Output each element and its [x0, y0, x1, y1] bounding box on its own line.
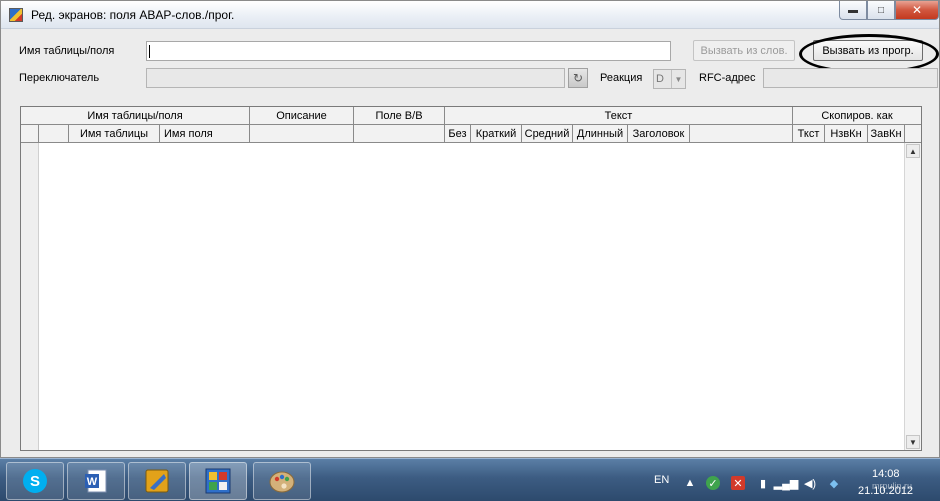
power-icon[interactable]: ▮ [756, 476, 770, 490]
column-group-copied-as[interactable]: Скопиров. как [793, 107, 921, 125]
column-group-text[interactable]: Текст [445, 107, 793, 125]
switch-label: Переключатель [19, 72, 100, 84]
maximize-button[interactable]: □ [867, 1, 895, 20]
reaction-select[interactable]: D ▼ [653, 69, 686, 89]
chevron-down-icon: ▼ [671, 70, 685, 88]
network-signal-icon[interactable]: ▂▄▆ [774, 476, 799, 490]
text-cursor [149, 45, 150, 58]
close-button[interactable]: ✕ [895, 1, 939, 20]
paint-icon [269, 471, 295, 493]
table-field-label: Имя таблицы/поля [19, 45, 115, 57]
column-group-description[interactable]: Описание [250, 107, 354, 125]
window-title: Ред. экранов: поля ABAP-слов./прог. [31, 8, 235, 22]
switch-input[interactable] [146, 68, 565, 88]
call-from-dictionary-button[interactable]: Вызвать из слов. [693, 40, 795, 61]
taskbar-word[interactable]: W [67, 462, 125, 500]
taskbar-sap-gui[interactable] [189, 462, 247, 500]
minimize-button[interactable]: ▬ [839, 1, 867, 20]
column-copy-end[interactable]: ЗавКн [868, 125, 905, 143]
column-scroll-header [905, 125, 921, 143]
scroll-up-icon[interactable]: ▲ [906, 144, 920, 158]
watermark: mrpulin.ru [872, 481, 913, 491]
sap-gui-icon [205, 468, 231, 494]
app-icon [9, 8, 23, 22]
table-field-input[interactable] [146, 41, 671, 61]
taskbar-sap-logon[interactable] [128, 462, 186, 500]
column-copy-text[interactable]: Ткст [793, 125, 825, 143]
column-text-medium[interactable]: Средний [522, 125, 573, 143]
reaction-label: Реакция [600, 72, 643, 84]
taskbar-skype[interactable]: S [6, 462, 64, 500]
reaction-value: D [656, 73, 664, 85]
row-select-all[interactable] [21, 125, 39, 143]
row-header-strip[interactable] [21, 143, 39, 450]
column-text-blank[interactable] [690, 125, 793, 143]
show-hidden-icons-icon[interactable]: ▲ [683, 476, 697, 490]
window-controls: ▬ □ ✕ [839, 1, 939, 21]
fields-table: Имя таблицы/поля Описание Поле В/В Текст… [20, 106, 922, 451]
column-group-io-field[interactable]: Поле В/В [354, 107, 445, 125]
vertical-scrollbar[interactable]: ▲ ▼ [904, 143, 921, 450]
column-text-heading[interactable]: Заголовок [628, 125, 690, 143]
column-copy-short-name[interactable]: НзвКн [825, 125, 868, 143]
taskbar-paint[interactable] [253, 462, 311, 500]
scroll-down-icon[interactable]: ▼ [906, 435, 920, 449]
rfc-input[interactable] [763, 68, 938, 88]
title-bar[interactable]: Ред. экранов: поля ABAP-слов./прог. ▬ □ … [1, 1, 939, 29]
column-text-short[interactable]: Краткий [471, 125, 522, 143]
column-table-name[interactable]: Имя таблицы [69, 125, 160, 143]
column-description[interactable] [250, 125, 354, 143]
dropbox-icon[interactable]: ◆ [827, 476, 841, 490]
shield-icon[interactable]: ✓ [706, 476, 720, 490]
column-io-field[interactable] [354, 125, 445, 143]
svg-text:W: W [87, 476, 98, 488]
language-indicator[interactable]: EN [654, 474, 669, 486]
clock-time[interactable]: 14:08 [872, 468, 900, 480]
word-icon: W [85, 469, 107, 493]
column-group-table-field[interactable]: Имя таблицы/поля [21, 107, 250, 125]
skype-icon: S [23, 469, 47, 493]
column-text-long[interactable]: Длинный [573, 125, 628, 143]
svg-text:S: S [30, 473, 40, 490]
column-field-name[interactable]: Имя поля [160, 125, 250, 143]
volume-icon[interactable]: ◀) [803, 476, 817, 490]
rfc-label: RFC-адрес [699, 72, 756, 84]
refresh-icon[interactable]: ↻ [568, 68, 588, 88]
app-window: Ред. экранов: поля ABAP-слов./прог. ▬ □ … [0, 0, 940, 458]
column-text-none[interactable]: Без [445, 125, 471, 143]
taskbar: S W EN ▲ ✓ ✕ ▮ ▂▄▆ ◀) ◆ 14:08 21.10.2012… [0, 458, 940, 501]
sap-logon-icon [145, 469, 169, 493]
column-marker[interactable] [39, 125, 69, 143]
action-center-icon[interactable]: ✕ [731, 476, 745, 490]
